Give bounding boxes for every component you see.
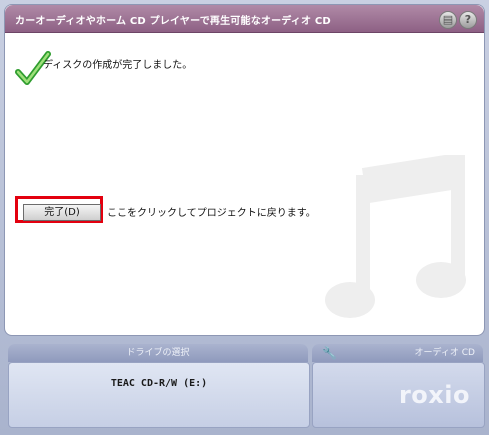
help-icon[interactable]: ?	[459, 11, 477, 29]
print-icon[interactable]: ▤	[439, 11, 457, 29]
drive-select-label: ドライブの選択	[126, 348, 190, 358]
completion-status: ディスクの作成が完了しました。	[15, 43, 315, 93]
drive-name: TEAC CD-R/W (E:)	[110, 378, 208, 389]
finish-action: 完了(D) ここをクリックしてプロジェクトに戻ります。	[15, 196, 395, 232]
finish-button[interactable]: 完了(D)	[23, 204, 101, 221]
roxio-logo: roxio	[398, 381, 470, 409]
music-note-watermark-icon	[325, 155, 466, 318]
highlight-frame: 完了(D)	[15, 196, 103, 223]
finish-hint: ここをクリックしてプロジェクトに戻ります。	[107, 208, 316, 219]
drive-panel[interactable]: TEAC CD-R/W (E:)	[8, 362, 310, 428]
drive-select-tab[interactable]: ドライブの選択	[8, 344, 308, 362]
wrench-icon[interactable]: 🔧	[322, 344, 337, 362]
main-panel: カーオーディオやホーム CD プレイヤーで再生可能なオーディオ CD ▤ ? デ…	[4, 4, 485, 336]
window-title: カーオーディオやホーム CD プレイヤーで再生可能なオーディオ CD	[15, 16, 331, 27]
status-message: ディスクの作成が完了しました。	[43, 60, 193, 71]
project-tab[interactable]: 🔧 オーディオ CD	[312, 344, 483, 362]
app-window: カーオーディオやホーム CD プレイヤーで再生可能なオーディオ CD ▤ ? デ…	[0, 0, 489, 435]
bottom-bar: ドライブの選択 TEAC CD-R/W (E:) 🔧 オーディオ CD roxi…	[0, 336, 489, 435]
title-bar: カーオーディオやホーム CD プレイヤーで再生可能なオーディオ CD ▤ ?	[5, 5, 484, 33]
project-label: オーディオ CD	[414, 348, 475, 358]
branding-panel: roxio	[312, 362, 485, 428]
